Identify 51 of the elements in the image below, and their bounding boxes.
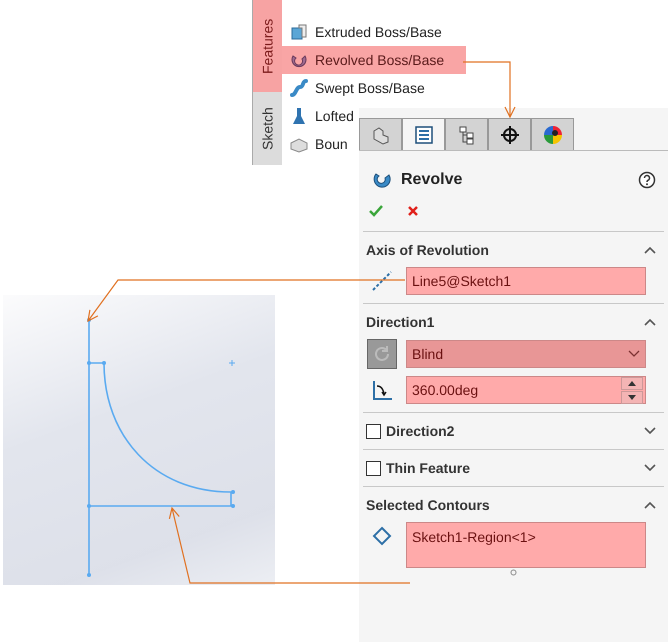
menu-item[interactable]: Lofted [282, 102, 354, 130]
section-title: Direction2 [386, 423, 456, 439]
section-title: Selected Contours [366, 497, 491, 513]
panel-tab[interactable] [359, 118, 402, 150]
vertical-tab[interactable]: Features [252, 0, 282, 92]
color-wheel-icon [542, 124, 562, 144]
triangle-down-icon [628, 394, 636, 400]
expand-caret-icon[interactable] [644, 464, 656, 472]
callout-arrow [463, 61, 516, 118]
spin-up-button[interactable] [621, 376, 643, 390]
reverse-direction-button[interactable] [367, 339, 397, 369]
collapse-caret-icon[interactable] [644, 501, 656, 509]
tree-icon [456, 124, 476, 144]
dashed-line-icon [371, 270, 393, 292]
block-icon [289, 22, 309, 42]
sweep-icon [289, 78, 309, 98]
panel-tab[interactable] [445, 118, 488, 150]
circular-arrow-icon [372, 344, 392, 364]
panel-tab[interactable] [531, 118, 574, 150]
section-title: Axis of Revolution [366, 242, 490, 258]
end-condition-dropdown[interactable]: Blind [406, 340, 646, 368]
resize-handle-icon[interactable] [510, 569, 516, 576]
menu-item[interactable]: Boun [282, 130, 348, 158]
collapse-caret-icon[interactable] [644, 246, 656, 254]
section-title: Thin Feature [386, 460, 472, 476]
panel-tab[interactable] [402, 118, 445, 150]
collapse-caret-icon[interactable] [644, 318, 656, 326]
cancel-x-icon[interactable] [407, 205, 419, 217]
angle-icon [371, 379, 393, 401]
spin-down-button[interactable] [621, 390, 643, 404]
crosshair-icon [500, 124, 520, 144]
list-icon [414, 124, 434, 144]
expand-caret-icon[interactable] [644, 427, 656, 435]
panel-tab[interactable] [488, 118, 531, 150]
angle-field[interactable]: 360.00deg [406, 376, 646, 404]
checkbox[interactable] [366, 460, 381, 476]
checkbox[interactable] [366, 424, 381, 438]
axis-field[interactable]: Line5@Sketch1 [406, 267, 646, 295]
section-title: Direction1 [366, 314, 436, 330]
menu-item[interactable]: Swept Boss/Base [282, 74, 425, 102]
triangle-up-icon [628, 380, 636, 386]
ok-check-icon[interactable] [369, 205, 383, 217]
contours-field[interactable]: Sketch1-Region<1> [406, 522, 646, 568]
menu-item[interactable]: Extruded Boss/Base [282, 18, 442, 46]
part-icon [370, 124, 390, 144]
caret-icon [628, 350, 640, 358]
panel-title: Revolve [401, 171, 464, 189]
diamond-icon [372, 526, 392, 546]
vertical-tab[interactable]: Sketch [252, 92, 282, 165]
menu-item[interactable]: Revolved Boss/Base [282, 46, 466, 74]
help-icon[interactable] [638, 171, 656, 189]
